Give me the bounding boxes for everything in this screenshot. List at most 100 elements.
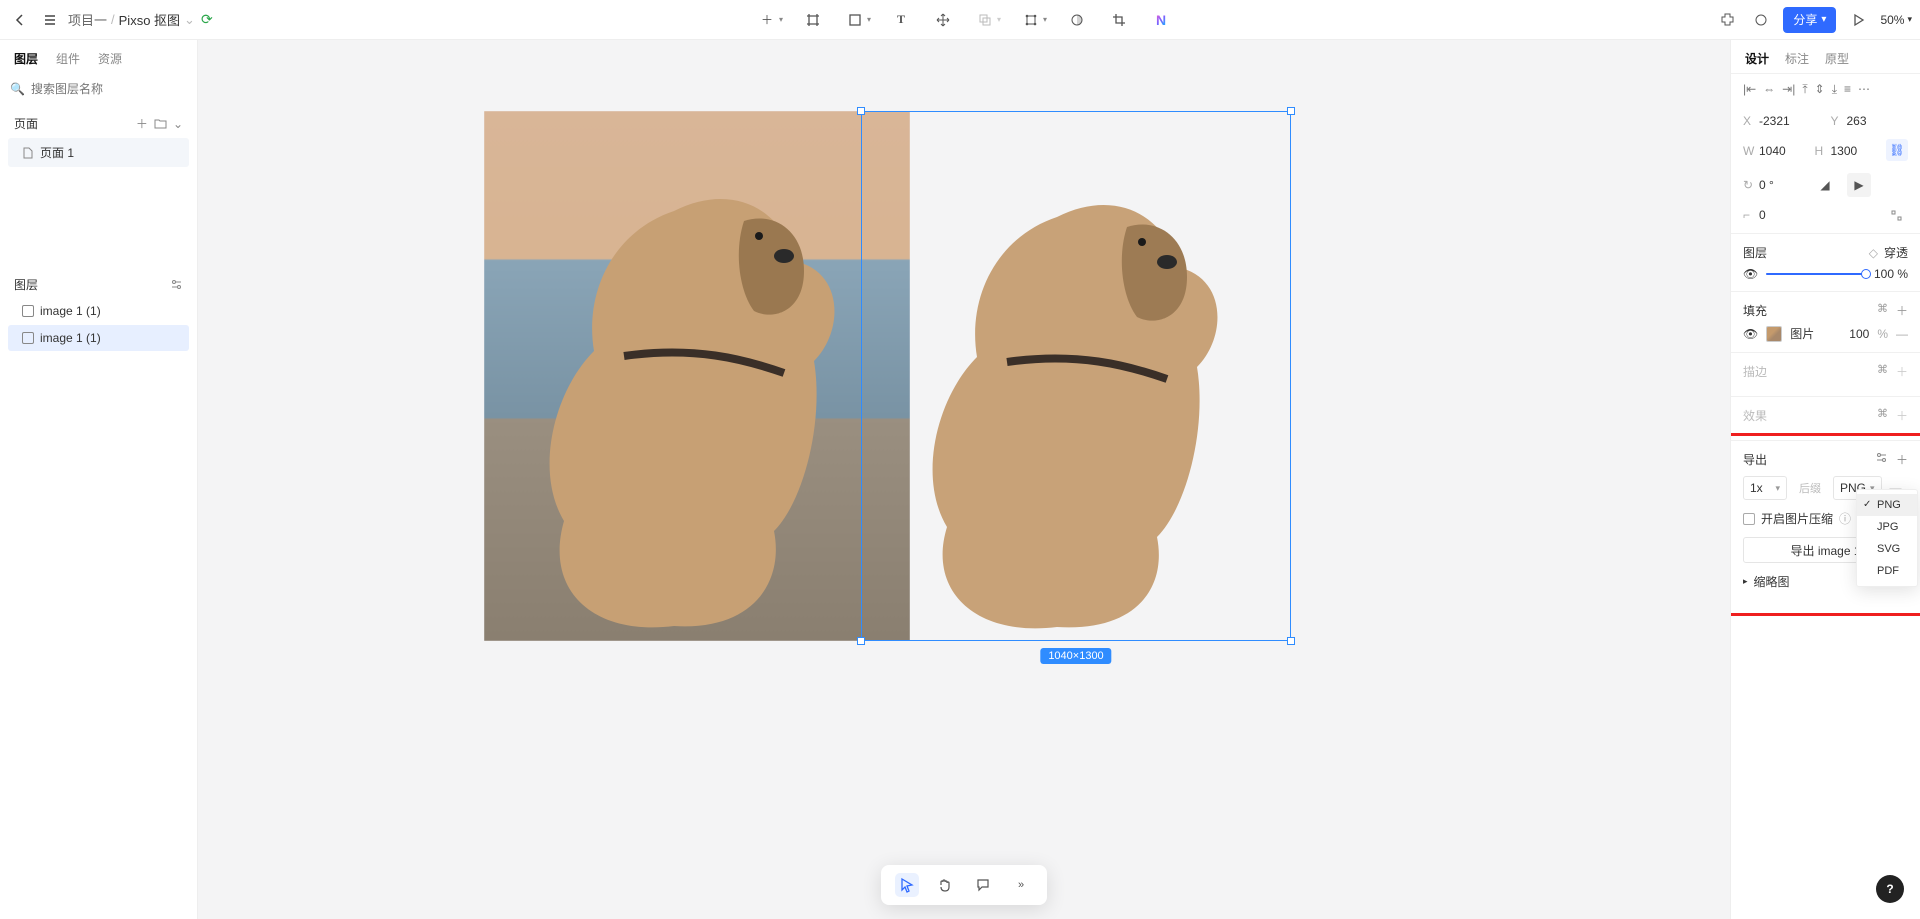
more-align-icon[interactable]: ⋯	[1858, 82, 1870, 97]
play-icon[interactable]	[1846, 8, 1870, 32]
share-button[interactable]: 分享 ▾	[1783, 7, 1836, 33]
selection-box[interactable]: 1040×1300	[861, 111, 1291, 641]
constrain-proportions-icon[interactable]: ⛓	[1886, 139, 1908, 161]
compress-help-icon[interactable]: ⓘ	[1839, 510, 1851, 527]
align-right-icon[interactable]: ⇥|	[1782, 82, 1795, 97]
effect-section-title: 效果	[1743, 407, 1767, 424]
add-page-icon[interactable]: ＋	[136, 115, 148, 132]
export-scale-dropdown[interactable]: 1x▾	[1743, 476, 1787, 500]
help-button[interactable]: ?	[1876, 875, 1904, 903]
visibility-icon[interactable]: 👁	[1743, 267, 1758, 281]
remove-fill-icon[interactable]: —	[1896, 327, 1908, 341]
pages-label: 页面	[14, 115, 38, 132]
layer-search[interactable]: 🔍	[10, 77, 187, 101]
canvas[interactable]: 1040×1300 »	[198, 40, 1730, 919]
format-option-png[interactable]: PNG	[1857, 494, 1917, 516]
align-center-h-icon[interactable]: ⇔	[1763, 82, 1775, 97]
format-option-pdf[interactable]: PDF	[1857, 560, 1917, 582]
add-effect-icon[interactable]: ＋	[1896, 407, 1908, 424]
breadcrumb[interactable]: 项目一 / Pixso 抠图 ⌄	[68, 10, 195, 29]
page-item[interactable]: 页面 1	[8, 138, 189, 167]
y-value[interactable]: 263	[1847, 114, 1867, 128]
flip-vertical-icon[interactable]: ▶	[1847, 173, 1871, 197]
fill-type[interactable]: 图片	[1790, 325, 1814, 342]
page-folder-icon[interactable]	[154, 117, 167, 130]
mask-tool-icon[interactable]	[1065, 8, 1089, 32]
tab-annotate[interactable]: 标注	[1785, 50, 1809, 67]
align-bottom-icon[interactable]: ⤓	[1832, 82, 1837, 97]
crop-tool-icon[interactable]	[1107, 8, 1131, 32]
ai-tool-icon[interactable]: N	[1149, 8, 1173, 32]
keyboard-shortcut-icon: ⌘	[1877, 302, 1888, 319]
layer-settings-icon[interactable]	[170, 278, 183, 291]
chevron-down-icon[interactable]: ▾	[779, 15, 783, 24]
tab-layers[interactable]: 图层	[14, 50, 38, 67]
resize-handle-bl[interactable]	[857, 637, 865, 645]
edit-object-tool-icon[interactable]	[1019, 8, 1043, 32]
align-left-icon[interactable]: |⇤	[1743, 82, 1756, 97]
zoom-dropdown[interactable]: 50%▾	[1880, 13, 1912, 27]
resize-handle-tr[interactable]	[1287, 107, 1295, 115]
format-option-jpg[interactable]: JPG	[1857, 516, 1917, 538]
share-label: 分享	[1793, 11, 1817, 28]
fill-opacity[interactable]: 100	[1849, 327, 1869, 341]
opacity-slider[interactable]	[1766, 273, 1866, 275]
move-tool-icon[interactable]	[931, 8, 955, 32]
chevron-down-icon[interactable]: ▾	[997, 15, 1001, 24]
add-fill-icon[interactable]: ＋	[1896, 302, 1908, 319]
add-stroke-icon[interactable]: ＋	[1896, 363, 1908, 380]
menu-icon[interactable]	[38, 8, 62, 32]
layer-item[interactable]: image 1 (1)	[8, 325, 189, 351]
pointer-tool-icon[interactable]	[895, 873, 919, 897]
text-tool-icon[interactable]: T	[889, 8, 913, 32]
align-top-icon[interactable]: ⤒	[1802, 82, 1807, 97]
fill-visibility-icon[interactable]: 👁	[1743, 327, 1758, 341]
corner-icon: ⌐	[1743, 208, 1759, 222]
layer-item[interactable]: image 1 (1)	[8, 298, 189, 324]
more-tools-icon[interactable]: »	[1009, 873, 1033, 897]
tab-prototype[interactable]: 原型	[1825, 50, 1849, 67]
add-tool-icon[interactable]: ＋	[755, 8, 779, 32]
align-center-v-icon[interactable]: ⇕	[1815, 82, 1825, 97]
breadcrumb-file: Pixso 抠图	[119, 10, 180, 29]
search-input[interactable]	[31, 82, 187, 96]
chevron-down-icon[interactable]: ⌄	[184, 12, 195, 28]
extension-icon[interactable]	[1715, 8, 1739, 32]
format-option-svg[interactable]: SVG	[1857, 538, 1917, 560]
back-icon[interactable]	[8, 8, 32, 32]
frame-tool-icon[interactable]	[801, 8, 825, 32]
export-settings-icon[interactable]	[1875, 451, 1888, 468]
collapse-pages-icon[interactable]: ⌄	[173, 117, 183, 131]
h-label: H	[1815, 144, 1831, 158]
flip-horizontal-icon[interactable]: ◢	[1813, 173, 1837, 197]
hand-tool-icon[interactable]	[933, 873, 957, 897]
blend-mode[interactable]: 穿透	[1884, 244, 1908, 261]
w-value[interactable]: 1040	[1759, 144, 1786, 158]
corner-value[interactable]: 0	[1759, 208, 1766, 222]
export-suffix-label[interactable]: 后缀	[1795, 480, 1825, 496]
resize-handle-br[interactable]	[1287, 637, 1295, 645]
layer-name: image 1 (1)	[40, 304, 101, 318]
opacity-value[interactable]: 100 %	[1874, 267, 1908, 281]
resize-handle-tl[interactable]	[857, 107, 865, 115]
chevron-down-icon[interactable]: ▾	[1821, 14, 1826, 25]
chevron-down-icon[interactable]: ▾	[1043, 15, 1047, 24]
shape-tool-icon[interactable]	[843, 8, 867, 32]
add-export-icon[interactable]: ＋	[1896, 451, 1908, 468]
canvas-image-original[interactable]	[484, 111, 910, 641]
x-value[interactable]: -2321	[1759, 114, 1790, 128]
tab-components[interactable]: 组件	[56, 50, 80, 67]
tab-assets[interactable]: 资源	[98, 50, 122, 67]
compress-checkbox[interactable]	[1743, 513, 1755, 525]
fill-swatch[interactable]	[1766, 326, 1782, 342]
distribute-h-icon[interactable]: ≡	[1844, 82, 1851, 97]
boolean-tool-icon[interactable]	[973, 8, 997, 32]
rotation-value[interactable]: 0 °	[1759, 178, 1774, 192]
h-value[interactable]: 1300	[1831, 144, 1858, 158]
hint-icon[interactable]	[1749, 8, 1773, 32]
comment-tool-icon[interactable]	[971, 873, 995, 897]
blend-diamond-icon[interactable]: ◇	[1869, 246, 1878, 260]
tab-design[interactable]: 设计	[1745, 50, 1769, 67]
independent-corners-icon[interactable]	[1884, 203, 1908, 227]
chevron-down-icon[interactable]: ▾	[867, 15, 871, 24]
